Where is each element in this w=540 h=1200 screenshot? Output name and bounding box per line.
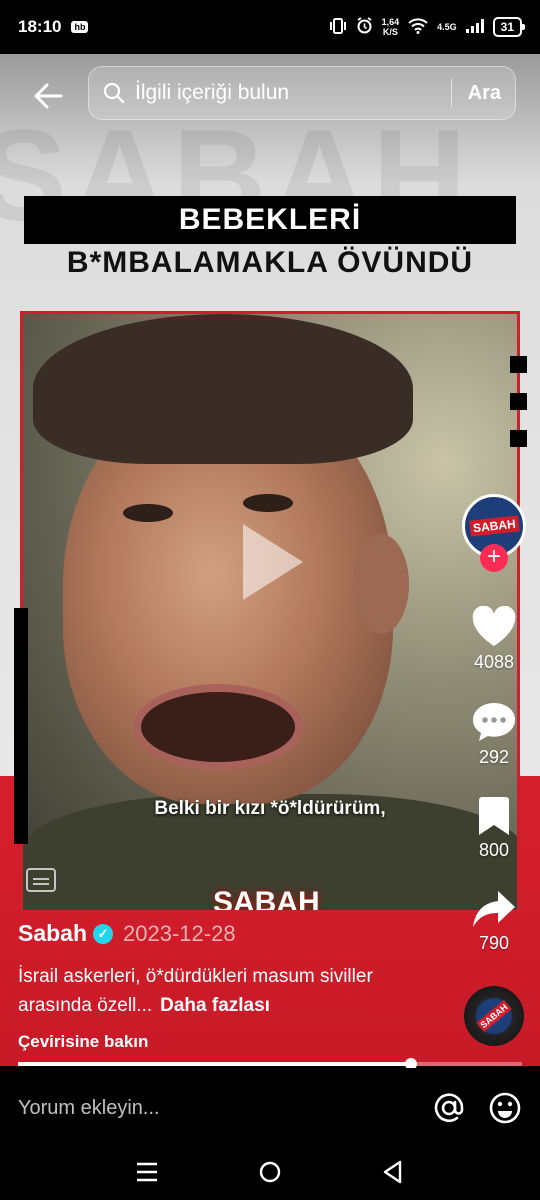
decorative-squares (510, 356, 527, 467)
action-rail: SABAH + 4088 292 800 790 (458, 494, 530, 954)
app-notification-badge: hb (71, 21, 89, 33)
search-bar[interactable]: İlgili içeriği bulun Ara (88, 66, 516, 120)
comment-bubble-icon (473, 703, 515, 741)
network-speed: 1,64 K/S (382, 17, 400, 37)
music-disc[interactable]: SABAH (464, 986, 524, 1046)
see-more-link[interactable]: Daha fazlası (160, 995, 270, 1016)
captions-icon[interactable] (26, 868, 56, 892)
video-subtitle: Belki bir kızı *ö*ldürürüm, (154, 798, 386, 819)
network-speed-value: 1,64 (381, 17, 400, 27)
avatar-label: SABAH (468, 515, 520, 537)
back-button[interactable] (28, 76, 68, 116)
battery-indicator: 31 (492, 17, 526, 37)
video-scene-eye (123, 504, 173, 522)
alarm-icon (356, 17, 373, 37)
save-count: 800 (478, 840, 510, 860)
decorative-square (510, 430, 527, 447)
video-scene-mouth (133, 684, 303, 770)
decorative-left-bar (14, 608, 28, 844)
system-nav-bar (0, 1148, 540, 1200)
headline-line-1: BEBEKLERİ (178, 203, 362, 236)
search-icon (103, 82, 125, 104)
status-time: 18:10 (18, 17, 62, 36)
video-content[interactable]: Belki bir kızı *ö*ldürürüm, ŞABAH (20, 311, 520, 913)
back-nav-icon[interactable] (382, 1160, 404, 1189)
music-disc-label: SABAH (476, 999, 512, 1033)
network-type: 4.5G (437, 22, 457, 32)
search-submit-button[interactable]: Ara (468, 82, 501, 105)
video-progress-fill (18, 1062, 412, 1066)
menu-nav-icon[interactable] (136, 1162, 158, 1187)
search-divider (450, 79, 452, 107)
play-icon[interactable] (243, 524, 303, 600)
emoji-icon[interactable] (488, 1091, 522, 1125)
mention-icon[interactable] (432, 1091, 466, 1125)
like-count: 4088 (473, 652, 515, 672)
home-nav-icon[interactable] (258, 1160, 282, 1189)
status-bar: 18:10 hb 1,64 K/S 4.5G 31 (0, 0, 540, 54)
headline-line-2: B*MBALAMAKLA ÖVÜNDÜ (66, 246, 474, 279)
like-action[interactable]: 4088 (471, 606, 517, 673)
signal-icon (465, 18, 484, 36)
comment-action[interactable]: 292 (471, 701, 517, 768)
share-count: 790 (478, 933, 510, 953)
decorative-square (510, 393, 527, 410)
network-speed-unit: K/S (382, 27, 398, 37)
heart-icon (472, 606, 516, 646)
search-input[interactable]: İlgili içeriği bulun (135, 81, 451, 105)
verified-badge-icon: ✓ (93, 923, 114, 944)
post-description[interactable]: İsrail askerleri, ö*dürdükleri masum siv… (18, 962, 448, 1020)
follow-button[interactable]: + (480, 544, 508, 572)
comment-bar: Yorum ekleyin... (0, 1068, 540, 1148)
translate-link[interactable]: Çevirisine bakın (18, 1032, 148, 1052)
video-scene-hair (33, 314, 413, 464)
sabah-logo: ŞABAH (213, 886, 320, 913)
status-indicators: 1,64 K/S 4.5G 31 (329, 17, 526, 37)
video-progress-bar[interactable] (18, 1058, 522, 1070)
save-action[interactable]: 800 (477, 796, 511, 861)
video-scene-ear (353, 534, 409, 634)
decorative-square (510, 356, 527, 373)
share-arrow-icon (473, 891, 515, 927)
vibrate-icon (329, 17, 347, 37)
comment-count: 292 (478, 747, 510, 767)
author-name[interactable]: Sabah (18, 920, 87, 947)
post-date: 2023-12-28 (123, 920, 236, 946)
author-row: Sabah ✓ 2023-12-28 (18, 920, 236, 947)
arrow-left-icon (34, 83, 63, 109)
wifi-icon (408, 17, 428, 37)
bookmark-icon (479, 797, 509, 835)
video-scene-eye (243, 494, 293, 512)
share-action[interactable]: 790 (472, 889, 516, 954)
comment-input[interactable]: Yorum ekleyin... (18, 1097, 410, 1120)
headline-banner: BEBEKLERİ (24, 196, 516, 244)
